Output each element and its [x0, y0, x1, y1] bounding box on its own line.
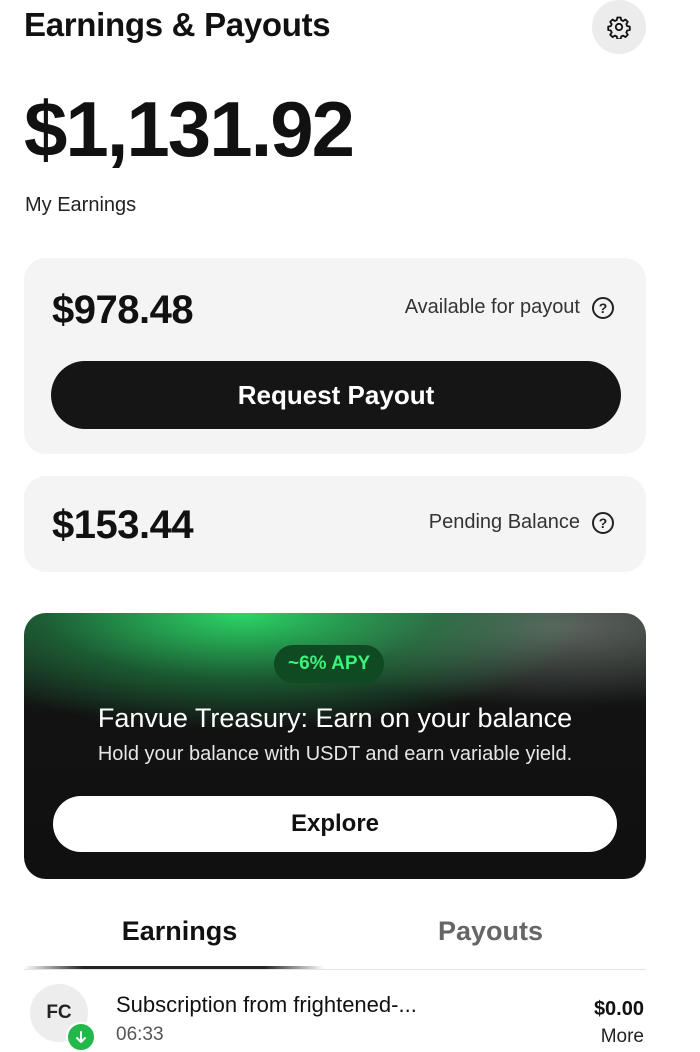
available-label: Available for payout — [404, 296, 580, 318]
transaction-time: 06:33 — [116, 1024, 164, 1045]
pending-label: Pending Balance — [428, 511, 580, 533]
transaction-row[interactable]: FC Subscription from frightened-... 06:3… — [24, 980, 646, 1052]
tab-payouts[interactable]: Payouts — [335, 916, 646, 947]
request-payout-button[interactable]: Request Payout — [51, 361, 621, 429]
available-amount: $978.48 — [52, 288, 194, 332]
pending-label-group: Pending Balance ? — [429, 511, 614, 534]
apy-badge: ~6% APY — [274, 645, 385, 683]
arrow-down-icon — [66, 1022, 96, 1052]
page-title: Earnings & Payouts — [24, 6, 331, 43]
gear-icon — [607, 16, 631, 39]
question-circle-icon[interactable]: ? — [592, 296, 614, 319]
settings-button[interactable] — [592, 0, 646, 54]
available-label-group: Available for payout ? — [405, 296, 614, 319]
transaction-amount: $0.00 — [593, 998, 644, 1020]
promo-title: Fanvue Treasury: Earn on your balance — [97, 703, 573, 733]
available-balance-card: $978.48 Available for payout ? Request P… — [24, 258, 646, 454]
transaction-title: Subscription from frightened-... — [116, 992, 417, 1017]
promo-subtitle: Hold your balance with USDT and earn var… — [97, 743, 573, 765]
treasury-promo-card: ~6% APY Fanvue Treasury: Earn on your ba… — [24, 613, 646, 879]
total-earnings-amount: $1,131.92 — [24, 85, 355, 173]
explore-button[interactable]: Explore — [53, 796, 617, 852]
question-circle-icon[interactable]: ? — [592, 511, 614, 534]
more-link[interactable]: More — [601, 1026, 644, 1048]
pending-amount: $153.44 — [52, 503, 194, 547]
tabs-divider — [24, 969, 646, 970]
total-earnings-label: My Earnings — [25, 194, 137, 216]
tab-earnings[interactable]: Earnings — [24, 916, 335, 947]
earnings-payouts-tabs: Earnings Payouts — [24, 910, 646, 970]
pending-balance-card: $153.44 Pending Balance ? — [24, 476, 646, 572]
